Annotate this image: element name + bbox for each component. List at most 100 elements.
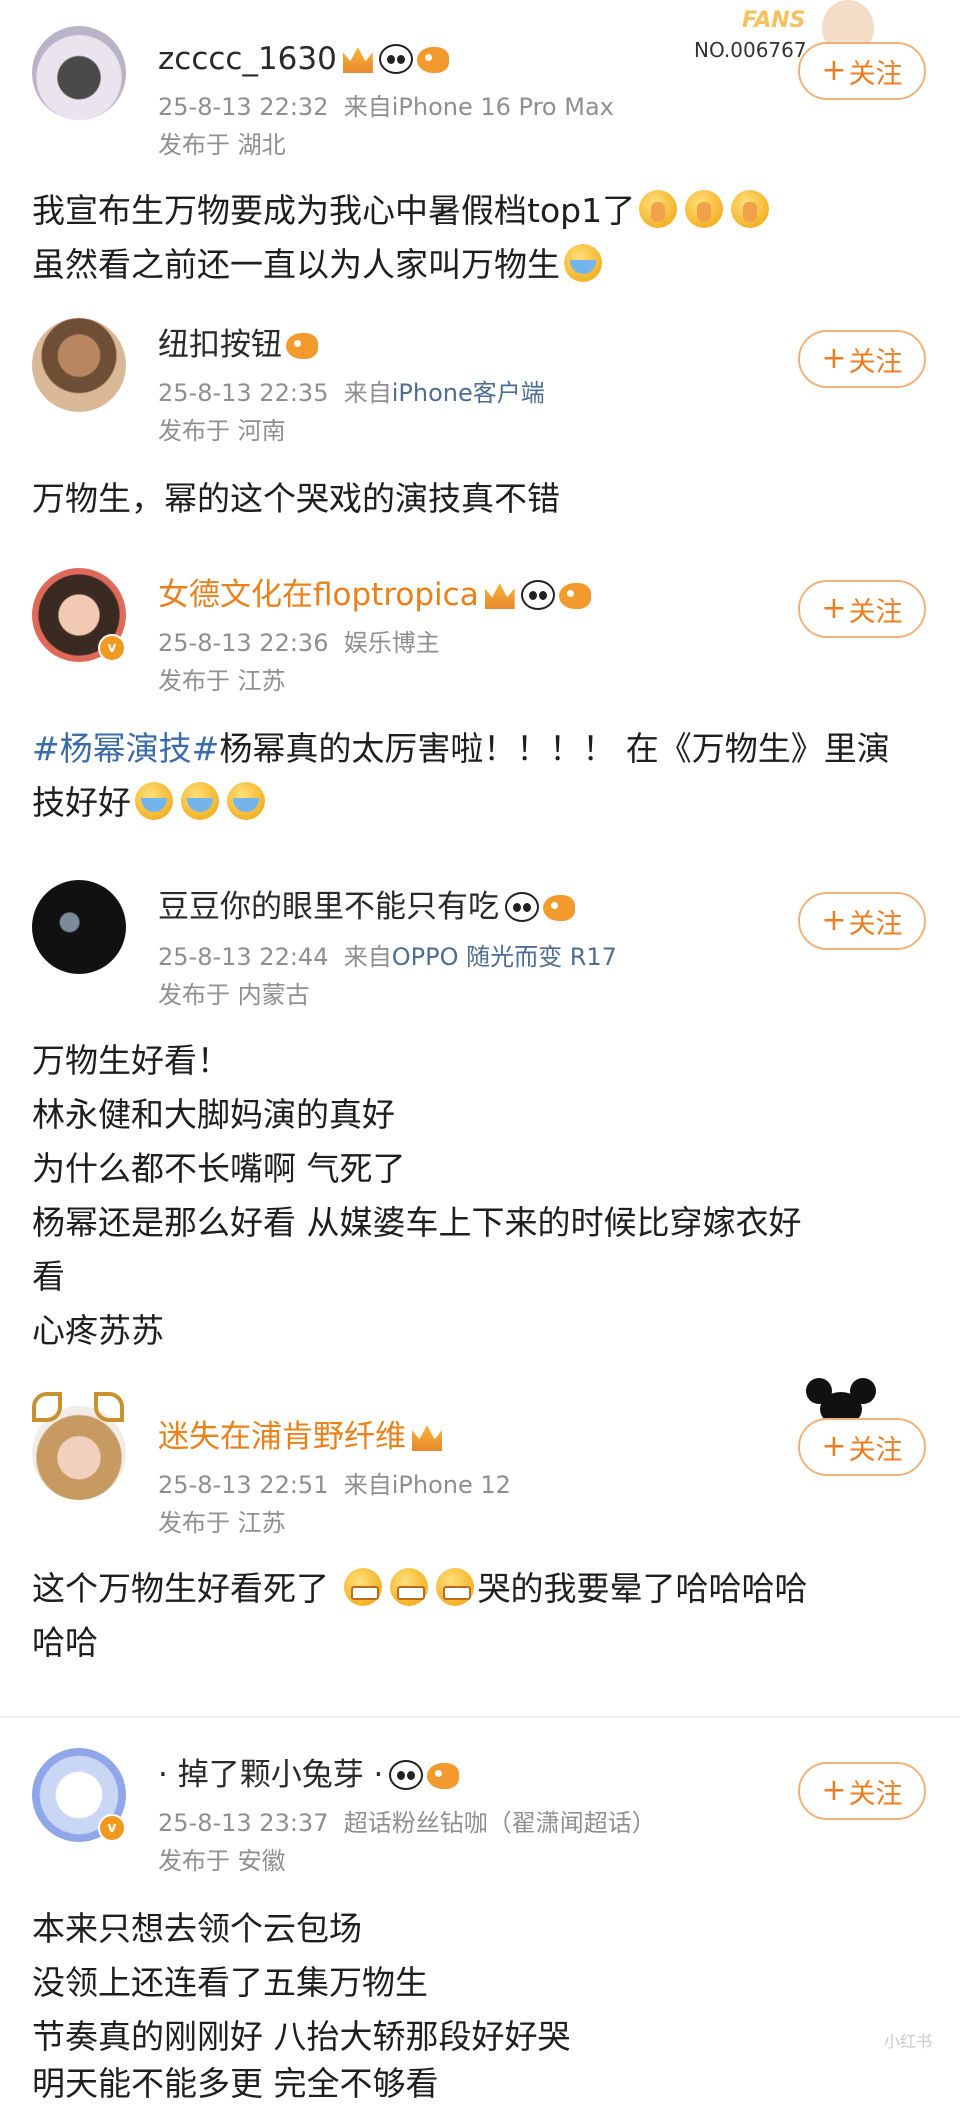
post-time: 25-8-13 22:36 [158, 629, 329, 657]
source-prefix: 来自 [343, 93, 392, 121]
follow-button[interactable]: + 关注 [798, 330, 926, 388]
username[interactable]: zcccc_1630 [158, 40, 449, 78]
follow-button[interactable]: + 关注 [798, 1418, 926, 1476]
username[interactable]: 纽扣按钮 [158, 326, 318, 364]
post-location: 发布于 安徽 [158, 1846, 286, 1876]
location-value: 江苏 [237, 667, 286, 695]
follow-button[interactable]: + 关注 [798, 892, 926, 950]
post-time: 25-8-13 22:44 [158, 943, 329, 971]
fish-icon [286, 333, 318, 359]
pray-emoji-icon [731, 190, 770, 228]
grinning-emoji-icon [435, 1568, 474, 1606]
plus-icon: + [821, 53, 847, 88]
plus-icon: + [821, 903, 847, 938]
post-text-line: 林永健和大脚妈演的真好 [32, 1095, 395, 1134]
post-text-line: 本来只想去领个云包场 [32, 1909, 362, 1948]
post-source[interactable]: iPhone 16 Pro Max [392, 93, 614, 121]
follow-button[interactable]: + 关注 [798, 580, 926, 638]
watermark: 小红书 [884, 2032, 933, 2051]
post-body: 这个万物生好看死了 哭的我要晕了哈哈哈哈 哈哈 [32, 1562, 932, 1670]
panda-icon [378, 44, 413, 74]
post-text-line: 技好好 [32, 776, 932, 830]
fans-number: NO.006767 [694, 38, 807, 62]
tagline: 娱乐博主 [343, 629, 440, 657]
verified-badge-icon: v [98, 634, 126, 662]
plus-icon: + [821, 341, 847, 376]
post-text-line: 我宣布生万物要成为我心中暑假档top1了 [32, 184, 932, 238]
username[interactable]: · 掉了颗小兔芽 · [158, 1756, 460, 1794]
fish-icon [416, 47, 449, 73]
post-text-line: 万物生，幂的这个哭戏的演技真不错 [32, 479, 560, 518]
username[interactable]: 女德文化在floptropica [158, 576, 591, 614]
post-time: 25-8-13 22:35 [158, 379, 329, 407]
post-meta: 25-8-13 22:51 来自iPhone 12 [158, 1470, 511, 1500]
post-source[interactable]: iPhone 12 [392, 1471, 511, 1499]
panda-icon [505, 892, 539, 922]
tagline: 超话粉丝钻咖（翟潇闻超话） [343, 1809, 656, 1837]
section-divider [0, 1716, 960, 1718]
grinning-emoji-icon [343, 1568, 382, 1606]
post-body: 本来只想去领个云包场 没领上还连看了五集万物生 节奏真的刚刚好 八抬大轿那段好好… [32, 1902, 932, 2104]
crown-icon [484, 583, 515, 609]
crying-emoji-icon [135, 782, 173, 820]
post-text-line: 杨幂还是那么好看 从媒婆车上下来的时候比穿嫁衣好 [32, 1203, 802, 1242]
panda-icon [389, 1760, 424, 1790]
post-body: 我宣布生万物要成为我心中暑假档top1了 虽然看之前还一直以为人家叫万物生 [32, 184, 932, 292]
crown-icon [342, 47, 373, 73]
location-prefix: 发布于 [158, 667, 230, 695]
antler-decoration [28, 1392, 128, 1422]
plus-icon: + [821, 1429, 847, 1464]
verified-badge-icon: v [98, 1814, 126, 1842]
avatar[interactable] [32, 318, 126, 412]
crying-emoji-icon [227, 782, 265, 820]
post-text-line: 心疼苏苏 [32, 1311, 164, 1350]
location-value: 湖北 [237, 131, 286, 159]
avatar[interactable] [32, 880, 126, 974]
post-body: #杨幂演技#杨幂真的太厉害啦！！！！ 在《万物生》里演 技好好 [32, 722, 932, 830]
post-text-line: 明天能不能多更 完全不够看 [32, 2064, 439, 2103]
post-body: 万物生，幂的这个哭戏的演技真不错 [32, 472, 932, 526]
source-prefix: 来自 [343, 379, 392, 407]
location-prefix: 发布于 [158, 131, 230, 159]
avatar[interactable] [32, 26, 126, 120]
post-meta: 25-8-13 22:44 来自OPPO 随光而变 R17 [158, 942, 617, 972]
post-meta: 25-8-13 23:37 超话粉丝钻咖（翟潇闻超话） [158, 1808, 656, 1838]
follow-button[interactable]: + 关注 [798, 42, 926, 100]
post-location: 发布于 湖北 [158, 130, 286, 160]
hashtag-link[interactable]: #杨幂演技# [32, 729, 219, 768]
post-body: 万物生好看！ 林永健和大脚妈演的真好 为什么都不长嘴啊 气死了 杨幂还是那么好看… [32, 1034, 932, 1358]
crown-icon [412, 1425, 442, 1451]
post-meta: 25-8-13 22:36 娱乐博主 [158, 628, 440, 658]
panda-icon [520, 580, 555, 610]
location-value: 安徽 [237, 1847, 286, 1875]
post-location: 发布于 江苏 [158, 666, 286, 696]
post-text-line: 看 [32, 1257, 65, 1296]
plus-icon: + [821, 1773, 847, 1808]
plus-icon: + [821, 591, 847, 626]
fish-icon [558, 583, 591, 609]
post-meta: 25-8-13 22:35 来自iPhone客户端 [158, 378, 545, 408]
fans-title: FANS [742, 8, 806, 33]
post-text-line: 哈哈 [32, 1623, 98, 1662]
post-text-line: 节奏真的刚刚好 八抬大轿那段好好哭 [32, 2017, 571, 2056]
pray-emoji-icon [639, 190, 678, 228]
source-prefix: 来自 [343, 943, 392, 971]
source-prefix: 来自 [343, 1471, 392, 1499]
username[interactable]: 豆豆你的眼里不能只有吃 [158, 888, 575, 926]
username[interactable]: 迷失在浦肯野纤维 [158, 1418, 442, 1456]
location-value: 江苏 [237, 1509, 286, 1537]
post-text-line: 没领上还连看了五集万物生 [32, 1963, 428, 2002]
fish-icon [543, 895, 575, 921]
post-time: 25-8-13 22:51 [158, 1471, 329, 1499]
location-prefix: 发布于 [158, 1847, 230, 1875]
post-text-line: 虽然看之前还一直以为人家叫万物生 [32, 238, 932, 292]
post-text-line: 这个万物生好看死了 哭的我要晕了哈哈哈哈 [32, 1568, 808, 1608]
post-meta: 25-8-13 22:32 来自iPhone 16 Pro Max [158, 92, 614, 122]
grinning-emoji-icon [389, 1568, 428, 1606]
follow-button[interactable]: + 关注 [798, 1762, 926, 1820]
pray-emoji-icon [685, 190, 724, 228]
tearful-emoji-icon [564, 244, 602, 282]
post-location: 发布于 江苏 [158, 1508, 286, 1538]
post-source[interactable]: OPPO 随光而变 R17 [392, 943, 617, 971]
post-source[interactable]: iPhone客户端 [392, 379, 545, 407]
